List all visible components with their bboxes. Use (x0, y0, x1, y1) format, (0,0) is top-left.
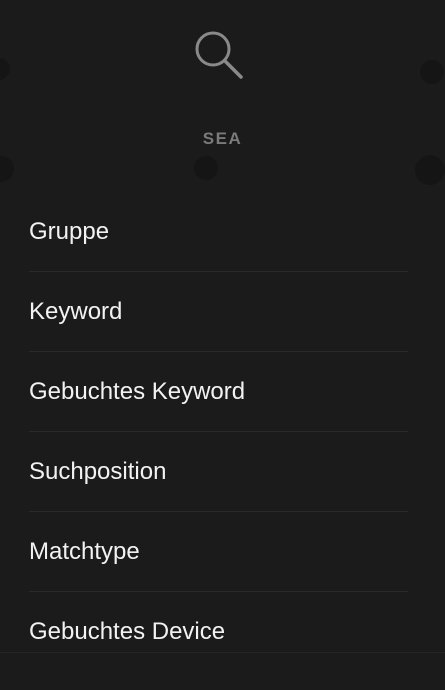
search-icon[interactable] (193, 29, 245, 81)
menu-item-matchtype[interactable]: Matchtype (29, 512, 408, 592)
menu-list: Gruppe Keyword Gebuchtes Keyword Suchpos… (29, 192, 408, 671)
menu-item-gebuchtes-device[interactable]: Gebuchtes Device (29, 592, 408, 671)
menu-item-gebuchtes-keyword[interactable]: Gebuchtes Keyword (29, 352, 408, 432)
bottom-divider (0, 652, 445, 653)
menu-panel: SEA Gruppe Keyword Gebuchtes Keyword Suc… (0, 0, 445, 690)
menu-item-gruppe[interactable]: Gruppe (29, 192, 408, 272)
section-label: SEA (202, 129, 243, 148)
panel-header: SEA (0, 0, 445, 190)
menu-item-keyword[interactable]: Keyword (29, 272, 408, 352)
menu-item-suchposition[interactable]: Suchposition (29, 432, 408, 512)
